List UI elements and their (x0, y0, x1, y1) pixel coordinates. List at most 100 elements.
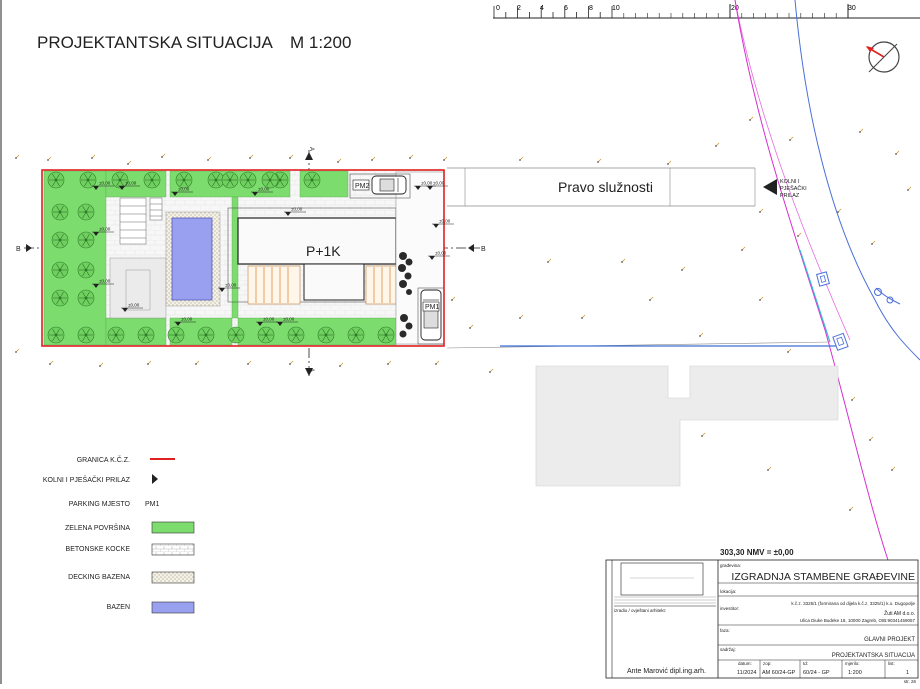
parking-2-label: PM2 (355, 183, 370, 190)
elevation-mark-label: ±0,00 (258, 187, 270, 192)
pool (171, 217, 213, 301)
survey-point (621, 258, 626, 263)
tree-icon (207, 171, 225, 189)
tree-icon (377, 326, 395, 344)
zop-value: AM 60/24-GP (762, 670, 796, 676)
elevation-mark-label: ±0,00 (125, 181, 137, 186)
tree-icon (257, 326, 275, 344)
elevation-mark-label: ±0,00 (178, 187, 190, 192)
ruler-label-6: 6 (564, 5, 568, 12)
tree-icon (317, 326, 335, 344)
elevation-note: 303,30 NMV = ±0,00 (720, 548, 794, 557)
survey-point (787, 348, 792, 353)
created-by-label: izradio / ovještani arhitekt: (614, 608, 666, 613)
legend-parking-label: PARKING MJESTO (69, 501, 131, 508)
survey-point (895, 150, 900, 155)
date-value: 11/2024 (737, 670, 756, 676)
legend-green-swatch (151, 521, 195, 534)
car-icon-pm1 (420, 289, 442, 341)
tree-icon (77, 261, 95, 279)
house-terrace-right (365, 265, 397, 305)
legend-pool-label: BAZEN (107, 604, 130, 611)
tree-icon (197, 326, 215, 344)
tree-icon (143, 171, 161, 189)
tree-icon (107, 326, 125, 344)
legend-pool-swatch (151, 601, 195, 614)
tree-icon (51, 289, 69, 307)
survey-point (387, 360, 392, 365)
legend-parking-symbol: PM1 (145, 501, 160, 508)
page-number: str. 26 (904, 679, 917, 684)
tree-icon (51, 231, 69, 249)
survey-point (519, 314, 524, 319)
neighbour-boundary-line (446, 341, 831, 349)
legend-concrete-swatch (151, 543, 195, 556)
legend-concrete-label: BETONSKE KOCKE (66, 546, 131, 553)
survey-point (859, 128, 864, 133)
survey-point (195, 360, 200, 365)
legend-access-label: KOLNI I PJEŠAČKI PRILAZ (43, 475, 131, 484)
section-b-label-left: B (16, 246, 21, 253)
tree-icon (47, 326, 65, 344)
tree-icon (79, 171, 97, 189)
drawing-scale: M 1:200 (290, 33, 351, 52)
legend-access-arrow-icon (152, 474, 158, 484)
access-label-line1: KOLNI I (780, 179, 800, 185)
project-name: IZGRADNJA STAMBENE GRAĐEVINE (731, 571, 915, 583)
survey-point (741, 246, 746, 251)
survey-point (161, 153, 166, 158)
survey-point (789, 136, 794, 141)
scale-ruler: 2 0 4 6 8 10 20 30 (493, 4, 920, 19)
survey-point (15, 348, 20, 353)
car-icon-pm2 (371, 175, 407, 195)
survey-point (907, 186, 912, 191)
tree-icon (51, 203, 69, 221)
road-boundary-line-blue (794, 0, 920, 361)
manhole-icon-1 (816, 271, 830, 287)
tree-icon (137, 326, 155, 344)
survey-point (767, 466, 772, 471)
access-label-line2: PJEŠAČKI (780, 185, 807, 192)
survey-point (547, 258, 552, 263)
investor-name: Žuti AM d.o.o. (884, 609, 915, 617)
survey-point (249, 154, 254, 159)
north-compass-icon (866, 41, 900, 73)
section-a-label-top: A (308, 147, 314, 151)
ruler-label-20: 20 (731, 5, 739, 12)
survey-point (837, 208, 842, 213)
survey-point (681, 266, 686, 271)
elevation-mark-label: ±0,00 (439, 219, 451, 224)
ruler-label-10: 10 (612, 5, 620, 12)
architect-stamp (620, 562, 704, 596)
survey-point (15, 154, 20, 159)
survey-point (715, 142, 720, 147)
legend-decking-label: DECKING BAZENA (68, 574, 130, 581)
legend-boundary-label: GRANICA K.Č.Z. (77, 455, 130, 464)
survey-point (127, 160, 132, 165)
list-label: list: (888, 661, 895, 666)
survey-point (147, 360, 152, 365)
survey-point (797, 232, 802, 237)
survey-point (47, 156, 52, 161)
tree-icon (167, 326, 185, 344)
elevation-mark-label: ±0,00 (99, 279, 111, 284)
lokacija-label: lokacija: (720, 589, 736, 594)
hydrant-icon (874, 287, 901, 305)
phase-text: GLAVNI PROJEKT (864, 637, 915, 643)
elevation-mark-label: ±0,00 (433, 181, 445, 186)
survey-point (49, 360, 54, 365)
legend-decking-swatch (151, 571, 195, 584)
survey-point (891, 466, 896, 471)
elevation-mark-label: ±0,00 (225, 283, 237, 288)
access-label-line3: PRILAZ (780, 193, 800, 199)
road-boundary-line-magenta (734, 0, 889, 561)
tree-icon (303, 171, 321, 189)
ruler-label-2: 2 (517, 5, 521, 12)
elevation-mark-label: ±0,00 (181, 317, 193, 322)
survey-point (247, 360, 252, 365)
house-terrace-left (247, 265, 301, 305)
survey-point (409, 154, 414, 159)
datum-label: datum: (738, 661, 752, 666)
elevation-mark-label: ±0,00 (283, 317, 295, 322)
ruler-label-30: 30 (848, 5, 856, 12)
